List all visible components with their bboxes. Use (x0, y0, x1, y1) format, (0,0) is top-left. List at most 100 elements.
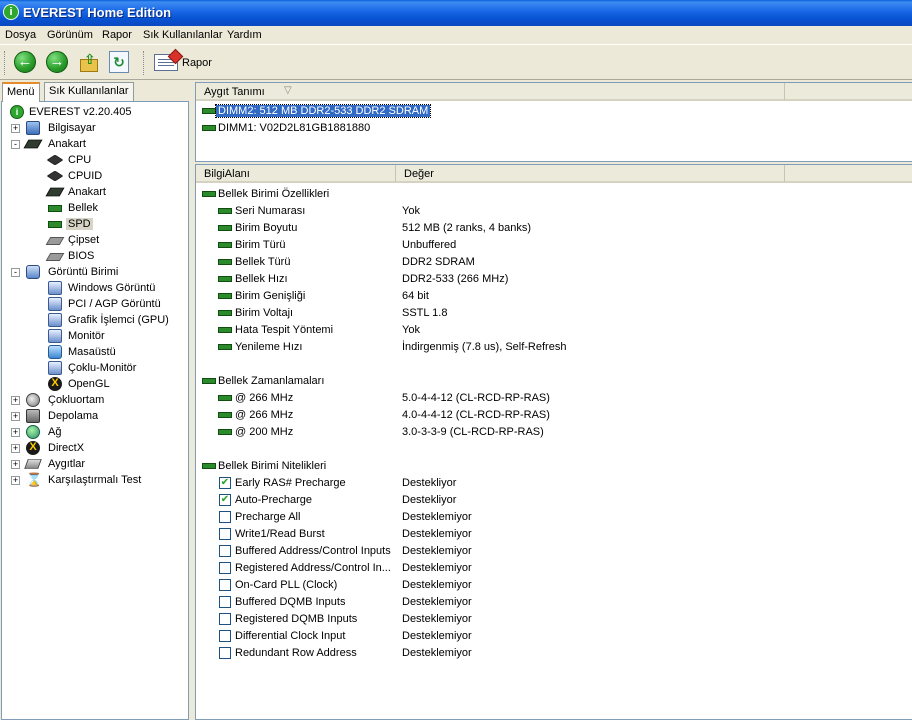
section-header-row[interactable]: Bellek Birimi Özellikleri (196, 186, 896, 203)
feature-row[interactable]: Redundant Row Address Desteklemiyor (196, 645, 896, 662)
property-value: 512 MB (2 ranks, 4 banks) (402, 222, 532, 234)
property-row[interactable]: Birim Genişliği 64 bit (196, 288, 896, 305)
property-row[interactable]: Birim Türü Unbuffered (196, 237, 896, 254)
info-icon: i (10, 105, 24, 119)
feature-row[interactable]: Buffered DQMB Inputs Desteklemiyor (196, 594, 896, 611)
back-button[interactable]: ← (14, 51, 38, 75)
tab-favorites[interactable]: Sık Kullanılanlar (44, 82, 134, 101)
toolbar-separator (143, 51, 146, 75)
property-row[interactable]: Bellek Türü DDR2 SDRAM (196, 254, 896, 271)
memory-module-icon (202, 378, 216, 384)
expand-icon[interactable]: + (11, 124, 20, 133)
expand-icon[interactable]: + (11, 412, 20, 421)
tree-item-label: BIOS (68, 250, 95, 262)
device-column-header[interactable]: Aygıt Tanımı ▽ (196, 83, 785, 101)
memory-module-icon (218, 259, 232, 265)
menu-favorites[interactable]: Sık Kullanılanlar (143, 29, 223, 41)
left-panel: Menü Sık Kullanılanlar i EVEREST v2.20.40… (0, 82, 190, 720)
expand-icon[interactable]: + (11, 444, 20, 453)
expand-icon[interactable]: + (11, 460, 20, 469)
property-row[interactable]: Bellek Hızı DDR2-533 (266 MHz) (196, 271, 896, 288)
memory-module-icon (218, 327, 232, 333)
memory-icon (48, 205, 62, 212)
property-value: Desteklemiyor (402, 630, 472, 642)
memory-module-icon (218, 395, 232, 401)
up-button[interactable]: ⇧ (78, 51, 102, 75)
unchecked-checkbox-icon (219, 562, 231, 574)
property-value: Destekliyor (402, 494, 457, 506)
unchecked-checkbox-icon (219, 528, 231, 540)
feature-row[interactable]: Differential Clock Input Desteklemiyor (196, 628, 896, 645)
cpu-icon (46, 154, 64, 166)
expand-icon[interactable]: + (11, 428, 20, 437)
section-header-row[interactable]: Bellek Zamanlamaları (196, 373, 896, 390)
report-button[interactable]: Rapor (152, 51, 222, 75)
property-row[interactable]: @ 266 MHz 5.0-4-4-12 (CL-RCD-RP-RAS) (196, 390, 896, 407)
property-name: Birim Genişliği (235, 290, 306, 302)
forward-button[interactable]: → (46, 51, 70, 75)
property-name: Seri Numarası (235, 205, 306, 217)
memory-module-icon (218, 208, 232, 214)
refresh-button[interactable]: ↻ (109, 51, 133, 75)
monitor-icon (48, 361, 62, 375)
feature-row[interactable]: Write1/Read Burst Desteklemiyor (196, 526, 896, 543)
feature-row[interactable]: ✔ Early RAS# Precharge Destekliyor (196, 475, 896, 492)
property-value: Unbuffered (402, 239, 457, 251)
tree-item-label: PCI / AGP Görüntü (68, 298, 161, 310)
directx-icon: X (26, 441, 40, 455)
menu-view[interactable]: Görünüm (47, 29, 93, 41)
menu-report[interactable]: Rapor (102, 29, 132, 41)
navigation-tree[interactable]: i EVEREST v2.20.405 + Bilgisayar - Anakart CPU… (1, 101, 189, 720)
toolbar-grip[interactable] (4, 51, 7, 75)
memory-module-icon (218, 412, 232, 418)
computer-icon (26, 121, 40, 135)
memory-icon (48, 221, 62, 228)
property-name: Early RAS# Precharge (235, 477, 346, 489)
feature-row[interactable]: On-Card PLL (Clock) Desteklemiyor (196, 577, 896, 594)
collapse-icon[interactable]: - (11, 140, 20, 149)
expand-icon[interactable]: + (11, 396, 20, 405)
property-value: SSTL 1.8 (402, 307, 448, 319)
property-value: Desteklemiyor (402, 647, 472, 659)
feature-row[interactable]: Precharge All Desteklemiyor (196, 509, 896, 526)
tab-menu[interactable]: Menü (2, 82, 40, 102)
multimedia-icon (26, 393, 40, 407)
menu-file[interactable]: Dosya (5, 29, 36, 41)
property-row[interactable]: @ 266 MHz 4.0-4-4-12 (CL-RCD-RP-RAS) (196, 407, 896, 424)
section-header-row[interactable]: Bellek Birimi Nitelikleri (196, 458, 896, 475)
field-column-label: BilgiAlanı (204, 168, 250, 180)
collapse-icon[interactable]: - (11, 268, 20, 277)
details-column-filler (785, 165, 912, 183)
monitor-icon (48, 329, 62, 343)
property-row[interactable]: @ 200 MHz 3.0-3-3-9 (CL-RCD-RP-RAS) (196, 424, 896, 441)
tree-item-label: Çokluortam (48, 394, 105, 406)
back-arrow-icon: ← (14, 51, 36, 73)
opengl-icon: X (48, 377, 62, 391)
property-row[interactable]: Birim Boyutu 512 MB (2 ranks, 4 banks) (196, 220, 896, 237)
unchecked-checkbox-icon (219, 647, 231, 659)
feature-row[interactable]: Registered DQMB Inputs Desteklemiyor (196, 611, 896, 628)
expand-icon[interactable]: + (11, 476, 20, 485)
memory-module-icon (202, 191, 216, 197)
title-bar[interactable]: i EVEREST Home Edition (0, 0, 912, 26)
toolbar: ← → ⇧ ↻ Rapor (0, 46, 912, 80)
menu-help[interactable]: Yardım (227, 29, 262, 41)
motherboard-icon (45, 187, 65, 197)
storage-icon (26, 409, 40, 423)
value-column-header[interactable]: Değer (396, 165, 785, 183)
property-row[interactable]: Birim Voltajı SSTL 1.8 (196, 305, 896, 322)
property-name: @ 266 MHz (235, 392, 294, 404)
tree-item-label: Ağ (48, 426, 62, 438)
property-row[interactable]: Hata Tespit Yöntemi Yok (196, 322, 896, 339)
property-name: Differential Clock Input (235, 630, 346, 642)
property-row[interactable]: Yenileme Hızı İndirgenmiş (7.8 us), Self-… (196, 339, 896, 356)
feature-row[interactable]: Buffered Address/Control Inputs Desteklem… (196, 543, 896, 560)
field-column-header[interactable]: BilgiAlanı (196, 165, 396, 183)
property-value: Desteklemiyor (402, 579, 472, 591)
property-value: Desteklemiyor (402, 528, 472, 540)
property-row[interactable]: Seri Numarası Yok (196, 203, 896, 220)
devices-icon (24, 459, 42, 469)
feature-row[interactable]: Registered Address/Control In... Destekle… (196, 560, 896, 577)
feature-row[interactable]: ✔ Auto-Precharge Destekliyor (196, 492, 896, 509)
property-name: Registered Address/Control In... (235, 562, 391, 574)
